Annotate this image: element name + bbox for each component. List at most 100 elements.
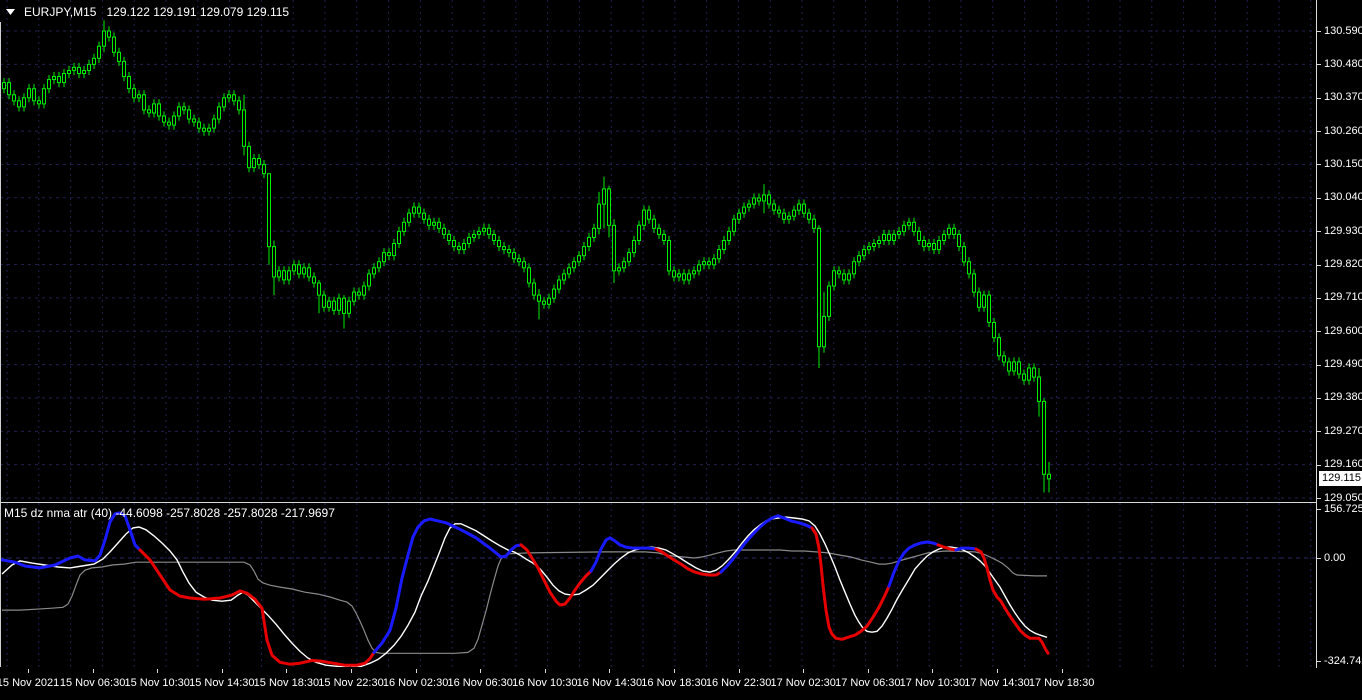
time-axis-label: 17 Nov 02:30 <box>770 677 836 689</box>
price-axis-label: 130.370 <box>1324 91 1362 104</box>
price-axis-label: 129.490 <box>1324 358 1362 371</box>
candle-body <box>972 273 976 293</box>
candle-body <box>672 270 676 278</box>
axis-tick <box>1317 264 1321 266</box>
axis-tick <box>1317 558 1321 559</box>
chart-title: EURJPY,M15 129.122 129.191 129.079 129.1… <box>6 5 289 19</box>
candle-body <box>852 261 856 275</box>
candle-body <box>427 218 431 226</box>
candle-body <box>857 255 861 263</box>
price-axis-label: 130.590 <box>1324 24 1362 37</box>
candle-body <box>72 66 76 71</box>
candle-body <box>607 188 611 226</box>
candle-body <box>27 88 31 99</box>
time-tick <box>221 669 223 673</box>
candle-body <box>802 203 806 214</box>
candle-body <box>957 233 961 247</box>
candle-body <box>352 291 356 302</box>
candle-body <box>677 273 681 278</box>
candle-body <box>217 106 221 120</box>
axis-tick <box>1317 431 1321 433</box>
candle-body <box>142 94 146 111</box>
candle-body <box>47 79 51 90</box>
candle-body <box>577 255 581 263</box>
time-axis-label: 15 Nov 14:30 <box>189 677 255 689</box>
candle-body <box>1027 367 1031 381</box>
price-axis-label: 129.930 <box>1324 224 1362 237</box>
candle-body <box>517 258 521 263</box>
candle-body <box>7 82 11 96</box>
candle-body <box>667 240 671 272</box>
candle-body <box>57 76 61 84</box>
candle-body <box>1017 361 1021 375</box>
candle-body <box>52 76 56 80</box>
candle-body <box>702 261 706 266</box>
candle-body <box>542 300 546 305</box>
indicator-gray-line <box>2 549 1047 654</box>
candle-body <box>432 221 436 226</box>
time-tick <box>867 669 869 673</box>
candle-body <box>87 63 91 72</box>
candle-body <box>1037 376 1041 402</box>
indicator-blue-segment <box>589 536 658 573</box>
candle-body <box>782 212 786 220</box>
candle-body <box>347 300 351 314</box>
candle-body <box>617 267 621 272</box>
candle-body <box>497 240 501 248</box>
candle-body <box>847 273 851 281</box>
time-axis-label: 15 Nov 2021 <box>0 677 60 689</box>
candle-body <box>827 285 831 317</box>
main-chart-area[interactable] <box>0 0 1317 502</box>
candle-body <box>202 127 206 132</box>
time-tick <box>480 669 482 673</box>
chart-marker-icon <box>6 9 15 15</box>
time-axis-label: 16 Nov 10:30 <box>512 677 578 689</box>
time-tick <box>932 669 934 673</box>
price-axis-label: 130.040 <box>1324 191 1362 204</box>
time-axis-label: 17 Nov 14:30 <box>964 677 1030 689</box>
price-axis-label: 130.260 <box>1324 124 1362 137</box>
candle-body <box>897 230 901 235</box>
candle-body <box>1042 400 1046 475</box>
candle-body <box>652 218 656 229</box>
candle-body <box>392 243 396 257</box>
candle-body <box>267 173 271 248</box>
candle-body <box>107 30 111 38</box>
candle-body <box>522 261 526 269</box>
candle-body <box>752 197 756 205</box>
candle-body <box>762 194 766 202</box>
time-axis-label: 16 Nov 14:30 <box>576 677 643 689</box>
candle-body <box>62 73 66 84</box>
candle-body <box>197 121 201 129</box>
time-tick <box>286 669 288 673</box>
time-axis-label: 15 Nov 10:30 <box>124 677 190 689</box>
candle-body <box>172 115 176 126</box>
candle-body <box>712 258 716 266</box>
price-axis-label: 129.050 <box>1324 491 1362 504</box>
candle-body <box>992 322 996 339</box>
candle-body <box>807 212 811 220</box>
indicator-pane[interactable] <box>0 503 1317 667</box>
candle-body <box>92 57 96 65</box>
time-axis-label: 15 Nov 22:30 <box>318 677 384 689</box>
candle-body <box>307 267 311 278</box>
price-axis[interactable]: 130.590 130.480 130.370 130.260 130.150 130.0… <box>1316 0 1362 668</box>
candle-body <box>2 82 6 90</box>
pane-splitter[interactable] <box>0 502 1362 503</box>
candle-body <box>442 227 446 235</box>
candle-body <box>582 246 586 257</box>
candle-body <box>742 206 746 214</box>
time-axis[interactable]: 15 Nov 2021 15 Nov 06:30 15 Nov 10:30 15 No… <box>0 668 1362 700</box>
candle-body <box>377 261 381 269</box>
candle-body <box>487 227 491 235</box>
candle-body <box>312 276 316 284</box>
candle-body <box>82 70 86 74</box>
time-tick <box>674 669 675 673</box>
price-axis-label: 129.270 <box>1324 424 1362 437</box>
candle-body <box>292 264 296 272</box>
candle-body <box>1012 361 1016 372</box>
candle-body <box>882 233 886 241</box>
candle-body <box>612 224 616 272</box>
candle-body <box>687 273 691 281</box>
candle-body <box>602 188 606 205</box>
